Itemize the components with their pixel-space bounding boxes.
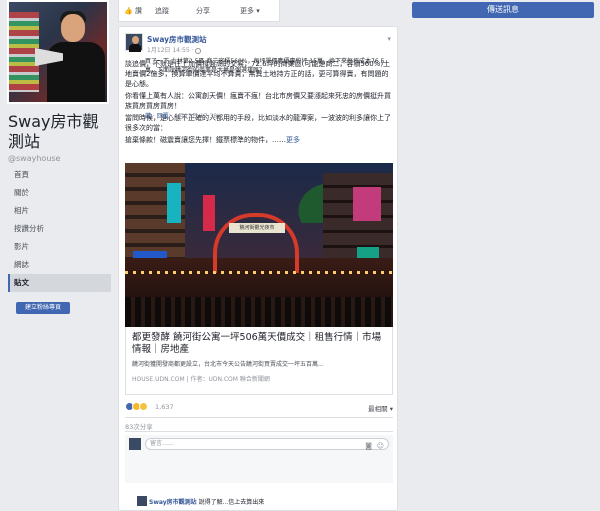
camera-icon[interactable]: ◙ — [365, 441, 372, 451]
reaction-count[interactable]: 1,637 — [155, 403, 174, 411]
share-button[interactable]: 分享 — [193, 5, 213, 17]
post-timestamp[interactable]: 1月12日 14:55 · — [147, 45, 202, 54]
nav-item-likes[interactable]: 按讚分析 — [8, 220, 111, 238]
like-page-button[interactable]: 👍 讚 — [121, 5, 145, 17]
page-title[interactable]: Sway房市觀測站 — [8, 112, 112, 152]
author-avatar[interactable] — [125, 33, 143, 52]
current-user-avatar — [129, 438, 141, 450]
link-preview-meta[interactable]: 都更發酵 饒河街公寓一坪506萬天價成交｜租售行情｜市場情報｜房地產 饒河街獲開… — [125, 327, 393, 395]
page-nav: 首頁 關於 相片 按讚分析 影片 網誌 貼文 — [8, 166, 111, 292]
comment-sort-dropdown[interactable]: 最相關 ▾ — [368, 403, 393, 413]
reply-avatar — [137, 496, 147, 506]
divider — [125, 417, 393, 418]
reply-author[interactable]: Sway房市觀測站 — [149, 499, 197, 506]
comment-actions[interactable]: 讚 · 回覆 · 1月13日 17:38 — [145, 111, 217, 120]
reply-text: 說得了解...信上去算出來 — [198, 499, 265, 506]
page-handle[interactable]: @swayhouse — [8, 154, 60, 163]
nav-item-videos[interactable]: 影片 — [8, 238, 111, 256]
reactions-bar: 1,637 最相關 ▾ — [125, 402, 393, 414]
post-paragraph: 搶棄條款！磁震賣讓您先擇！鐵票標準的物件，……更多 — [125, 136, 300, 144]
emoji-icon[interactable]: ☺ — [377, 441, 384, 451]
send-message-button[interactable]: 傳送訊息 — [412, 2, 594, 18]
link-title[interactable]: 都更發酵 饒河街公寓一坪506萬天價成交｜租售行情｜市場情報｜房地產 — [132, 332, 386, 356]
comments-section: 留言…… ◙ ☺ — [125, 435, 393, 483]
link-preview-image[interactable]: 饒河街觀光夜市 — [125, 163, 393, 327]
globe-icon — [195, 47, 202, 54]
page-profile-photo[interactable] — [7, 0, 109, 104]
post-author[interactable]: Sway房市觀測站 — [147, 34, 207, 45]
nav-item-posts[interactable]: 貼文 — [8, 274, 111, 292]
arch-sign: 饒河街觀光夜市 — [229, 223, 285, 233]
nav-item-home[interactable]: 首頁 — [8, 166, 111, 184]
link-host: HOUSE.UDN.COM | 作者：UDN.COM 聯合新聞網 — [132, 376, 270, 383]
see-more-link[interactable]: 更多 — [286, 136, 300, 144]
divider — [125, 431, 393, 432]
post-card: Sway房市觀測站 1月12日 14:55 · ▾ 談追價，不就是往上加價撐盤高… — [118, 26, 398, 511]
more-button[interactable]: 更多 ▾ — [237, 5, 263, 17]
nav-item-photos[interactable]: 相片 — [8, 202, 111, 220]
left-column: Sway房市觀測站 @swayhouse 首頁 關於 相片 按讚分析 影片 網誌… — [0, 0, 116, 511]
nav-item-notes[interactable]: 網誌 — [8, 256, 111, 274]
reaction-icons[interactable] — [125, 402, 148, 413]
post-paragraph: 你看懂上萬有人說：公寓創天價！瘋賣不瘋！台北市房價又要漲起來死忠的房價挺升買族買… — [125, 92, 391, 110]
sad-reaction-icon — [139, 402, 148, 411]
reply-comment: Sway房市觀測站 說得了解...信上去算出來 — [137, 496, 393, 506]
post-options-chevron-icon[interactable]: ▾ — [387, 35, 391, 43]
link-description: 饒河街獲開發商都更設立，台北市今天公告饒河街買賣成交一坪五百萬... — [132, 361, 324, 368]
nav-item-about[interactable]: 關於 — [8, 184, 111, 202]
create-page-button[interactable]: 建立粉絲專頁 — [16, 302, 70, 314]
follow-button[interactable]: 追蹤 — [152, 5, 172, 17]
page-actions-bar: 👍 讚 追蹤 分享 更多 ▾ — [118, 0, 280, 22]
share-count[interactable]: 83次分享 — [125, 421, 153, 431]
comment-text: 買了一下 士林第2.5區 商三容積560%，每坪單價應優惠約坪 15萬，換下來每… — [145, 58, 385, 74]
comment-input[interactable]: 留言…… ◙ ☺ — [145, 438, 389, 450]
